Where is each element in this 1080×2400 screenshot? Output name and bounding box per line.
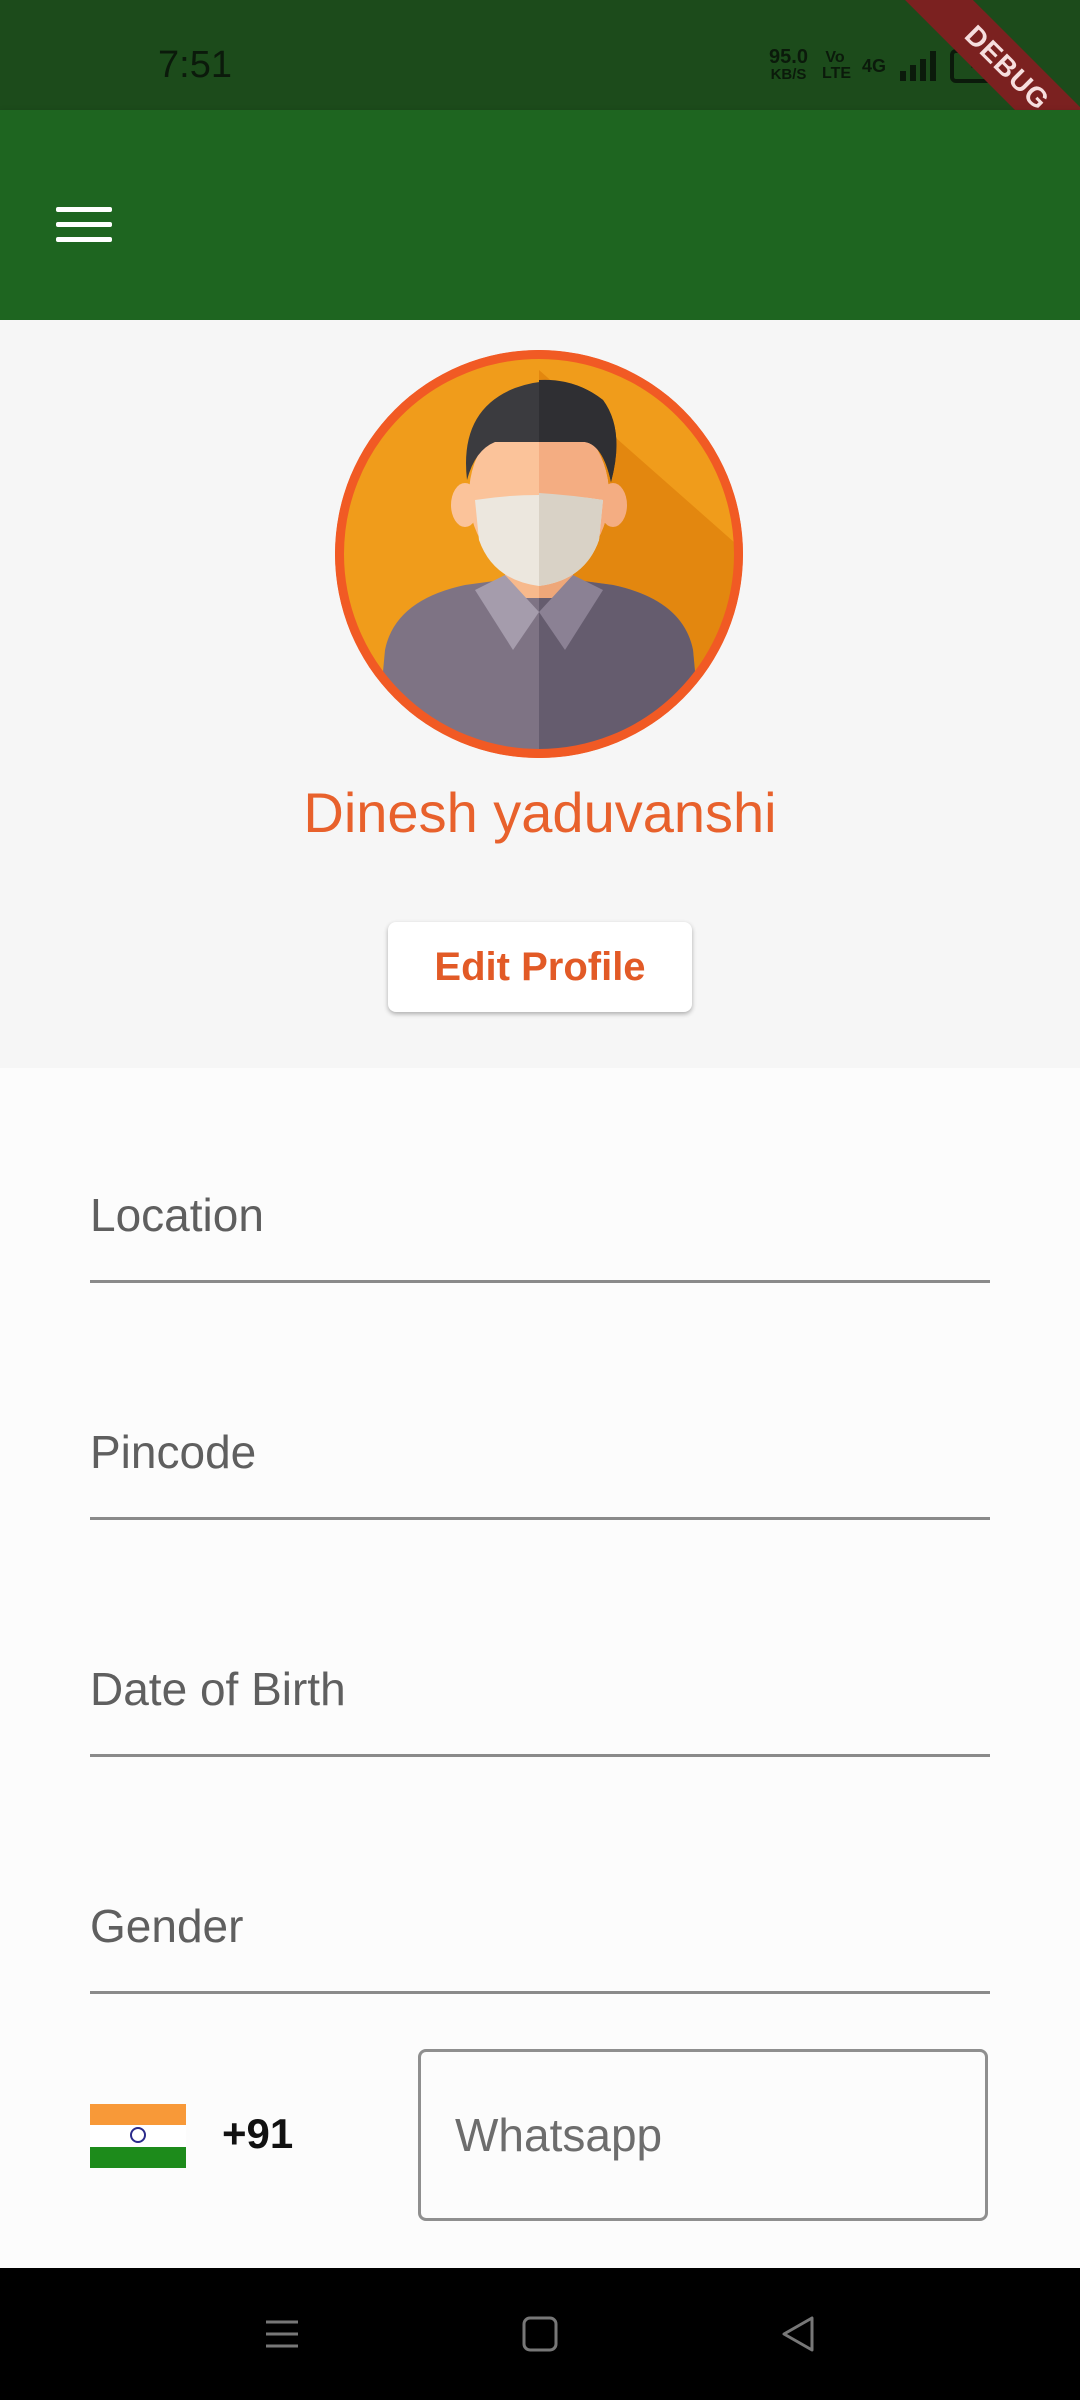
recents-button[interactable] bbox=[252, 2308, 312, 2360]
masked-man-avatar-icon bbox=[335, 350, 743, 758]
location-field[interactable]: Location bbox=[90, 1160, 990, 1283]
status-bar: 7:51 95.0 KB/S Vo LTE 4G 49 bbox=[0, 0, 1080, 110]
home-button[interactable] bbox=[510, 2308, 570, 2360]
edit-profile-button[interactable]: Edit Profile bbox=[388, 922, 692, 1012]
country-code[interactable]: +91 bbox=[222, 2110, 293, 2158]
hamburger-menu-icon bbox=[56, 206, 112, 242]
network-speed-unit: KB/S bbox=[770, 66, 807, 83]
gender-label: Gender bbox=[90, 1900, 244, 1952]
menu-button[interactable] bbox=[40, 180, 128, 268]
whatsapp-input[interactable] bbox=[421, 2052, 985, 2218]
whatsapp-field[interactable] bbox=[418, 2049, 988, 2221]
status-time: 7:51 bbox=[158, 44, 232, 86]
profile-header: Dinesh yaduvanshi Edit Profile bbox=[0, 320, 1080, 1068]
date-of-birth-field[interactable]: Date of Birth bbox=[90, 1634, 990, 1757]
location-label: Location bbox=[90, 1189, 264, 1241]
network-speed: 95.0 KB/S bbox=[769, 46, 808, 84]
network-type: 4G bbox=[861, 55, 886, 76]
back-button[interactable] bbox=[768, 2308, 828, 2360]
profile-name: Dinesh yaduvanshi bbox=[303, 781, 777, 844]
app-bar bbox=[0, 110, 1080, 320]
network-speed-value: 95.0 bbox=[769, 46, 808, 68]
gender-field[interactable]: Gender bbox=[90, 1871, 990, 1994]
home-icon bbox=[522, 2316, 558, 2352]
pincode-label: Pincode bbox=[90, 1426, 257, 1478]
system-nav-bar bbox=[0, 2268, 1080, 2400]
avatar bbox=[335, 350, 743, 758]
india-flag-icon[interactable] bbox=[90, 2104, 186, 2168]
back-icon bbox=[782, 2316, 814, 2352]
signal-icon bbox=[900, 51, 936, 81]
volte-icon: Vo LTE bbox=[821, 49, 852, 82]
recents-icon bbox=[266, 2320, 298, 2348]
date-of-birth-label: Date of Birth bbox=[90, 1663, 346, 1715]
pincode-field[interactable]: Pincode bbox=[90, 1397, 990, 1520]
